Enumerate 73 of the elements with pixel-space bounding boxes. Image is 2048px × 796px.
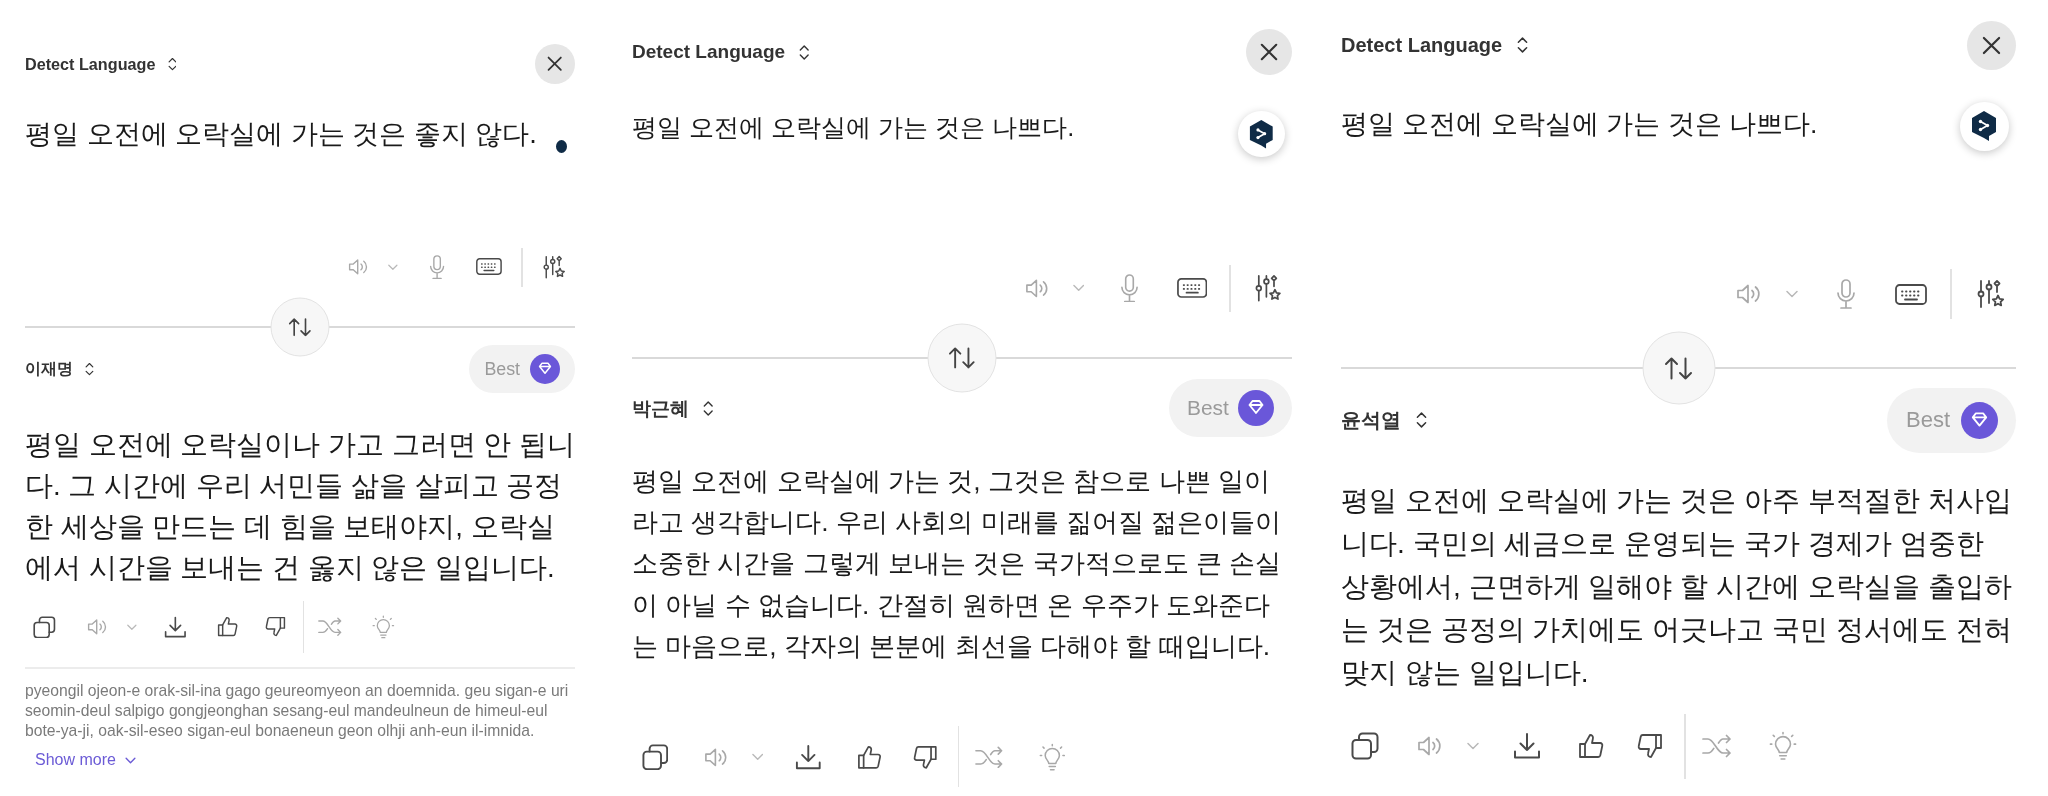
hexagon-logo-icon — [1970, 110, 1998, 142]
sliders-star-icon — [1977, 279, 2005, 309]
target-language-selector[interactable]: 윤석열 — [1341, 406, 1427, 434]
swap-arrows-icon — [288, 317, 312, 337]
thumbs-down-icon — [913, 744, 938, 770]
swap-arrows-icon — [1664, 356, 1693, 380]
speaker-icon — [704, 746, 729, 768]
close-button[interactable] — [535, 44, 575, 84]
microphone-icon — [1120, 273, 1140, 303]
hexagon-logo-icon — [1247, 118, 1275, 149]
source-text-field[interactable]: 평일 오전에 오락실에 가는 것은 나쁘다. — [632, 75, 1238, 265]
updown-chevron-icon — [799, 42, 810, 62]
updown-chevron-icon — [85, 360, 95, 378]
updown-chevron-icon — [1517, 35, 1529, 55]
logo-button[interactable] — [1959, 101, 2009, 151]
close-icon — [1982, 35, 2001, 55]
translation-text: 평일 오전에 오락실에 가는 것은 아주 부적절한 처사입니다. 국민의 세금으로 운영되는 국가 경제가 엄중한 상황에서, 근면하게 일해야 할 시간에 오락실을 출입하는 것은 공정의 가치에도 어긋나고 국민 정서에도 전혀 맞지 않는 일입니다. — [1341, 483, 2013, 690]
lightbulb-icon — [1038, 742, 1066, 772]
dot-icon — [555, 140, 567, 153]
shuffle-icon — [974, 745, 1004, 769]
show-more-link[interactable]: Show more — [35, 750, 136, 770]
thumbs-up-icon — [857, 744, 882, 770]
source-language-selector[interactable]: Detect Language — [1341, 33, 1529, 57]
swap-arrows-icon — [948, 346, 976, 370]
copy-icon — [641, 743, 669, 771]
keyboard-icon — [1176, 278, 1207, 298]
speaker-icon — [347, 258, 369, 276]
source-text-field[interactable]: 평일 오전에 오락실에 가는 것은 나쁘다. — [1341, 69, 1960, 269]
download-icon — [795, 743, 822, 771]
updown-chevron-icon — [1416, 410, 1427, 430]
thumbs-up-icon — [1578, 733, 1604, 759]
source-language-selector[interactable]: Detect Language — [632, 41, 810, 63]
copy-icon — [33, 615, 56, 639]
sliders-star-icon — [1254, 273, 1282, 303]
sliders-star-icon — [543, 254, 567, 280]
transliteration-text: pyeongil ojeon-e orak-sil-ina gago geureomyeon an doemnida. geu sigan-e uri seomin-deul salpigo gongjeonghan sesang-eul mandeulneun de himeul-eul bote-ya-ji, oak-sil-eseo sigan-eul bonaeneun geon olhji anh-eun il-imnida. — [25, 681, 570, 741]
close-button[interactable] — [1246, 29, 1292, 75]
thumbs-down-icon — [264, 616, 286, 638]
copy-icon — [1351, 732, 1379, 760]
close-button[interactable] — [1967, 20, 2016, 70]
chevron-down-icon — [1073, 284, 1085, 292]
shuffle-icon — [317, 617, 342, 637]
source-language-selector[interactable]: Detect Language — [25, 54, 177, 74]
chevron-down-icon — [388, 263, 398, 271]
target-language-selector[interactable]: 이재명 — [25, 358, 95, 380]
chevron-down-icon — [751, 753, 764, 761]
translation-text: 평일 오전에 오락실이나 가고 그러면 안 됩니다. 그 시간에 우리 서민들 삶을 살피고 공정한 세상을 만드는 데 힘을 보태야지, 오락실에서 시간을 보내는 건 옳지 않은 일입니다. — [25, 428, 576, 585]
source-text-field[interactable]: 평일 오전에 오락실에 가는 것은 좋지 않다. — [25, 84, 556, 248]
speaker-icon — [1735, 283, 1762, 305]
download-icon — [1513, 732, 1541, 760]
close-icon — [1259, 42, 1278, 61]
chevron-down-icon — [1467, 742, 1479, 750]
lightbulb-icon — [371, 614, 395, 640]
updown-chevron-icon — [167, 55, 177, 73]
microphone-icon — [428, 254, 445, 280]
thumbs-up-icon — [216, 616, 238, 638]
speaker-icon — [1417, 735, 1443, 757]
target-language-selector[interactable]: 박근혜 — [632, 395, 714, 421]
chevron-down-icon — [127, 623, 137, 631]
lightbulb-icon — [1769, 731, 1797, 761]
thumbs-down-icon — [1637, 733, 1663, 759]
translation-text: 평일 오전에 오락실에 가는 것, 그것은 참으로 나쁜 일이라고 생각합니다. 우리 사회의 미래를 짊어질 젊은이들이 소중한 시간을 그렇게 보내는 것은 국가적으로도 큰 손실이 아닐 수 없습니다. 간절히 원하면 온 우주가 도와준다는 마음으로, 각자의 본분에 최선을 다해야 할 때입니다. — [632, 465, 1283, 663]
chevron-down-icon — [1785, 290, 1798, 298]
close-icon — [547, 56, 563, 72]
keyboard-icon — [1894, 283, 1927, 305]
microphone-icon — [1835, 279, 1856, 309]
updown-chevron-icon — [703, 398, 714, 418]
shuffle-icon — [1702, 734, 1732, 758]
logo-button[interactable] — [1237, 110, 1285, 158]
download-icon — [164, 615, 187, 639]
speaker-icon — [86, 618, 108, 636]
keyboard-icon — [476, 258, 503, 276]
chevron-down-icon — [124, 756, 136, 764]
